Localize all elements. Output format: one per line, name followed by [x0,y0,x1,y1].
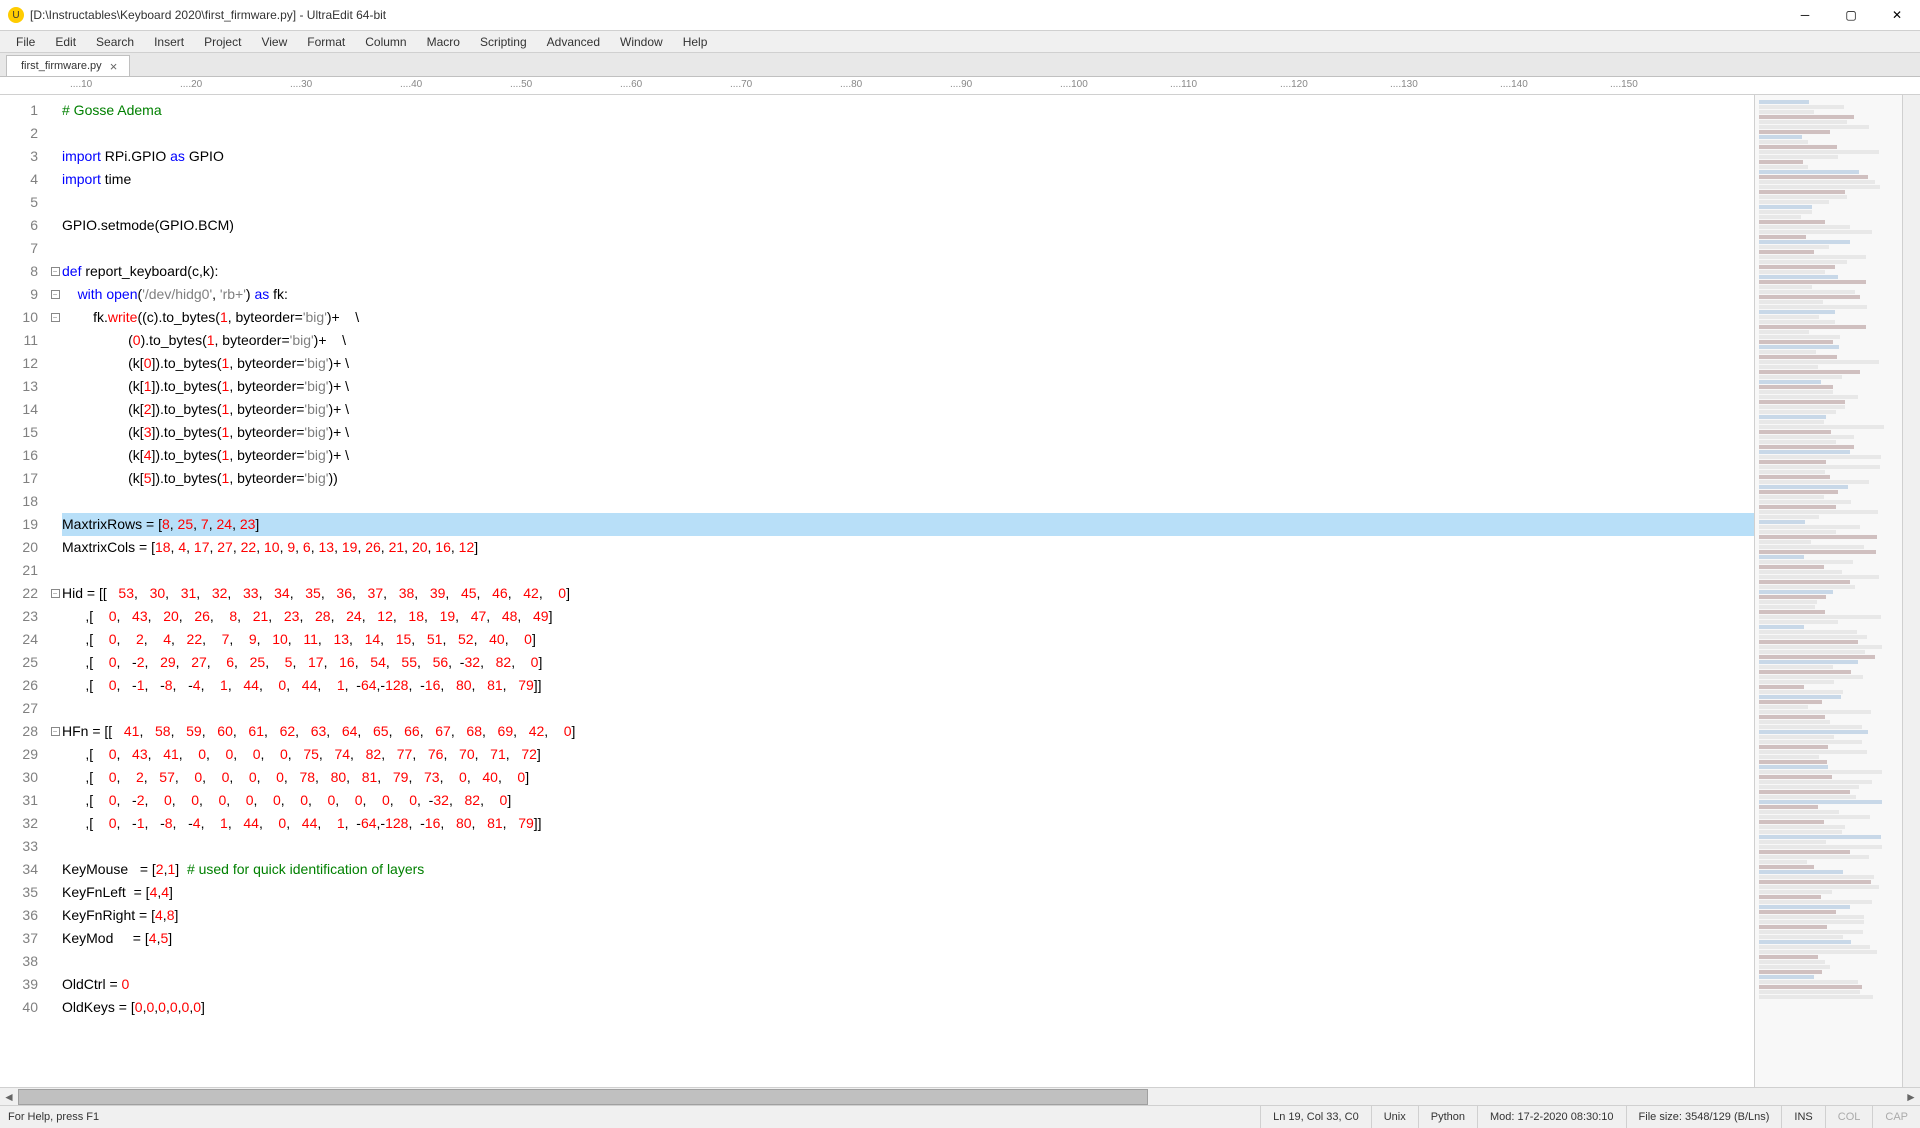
menu-insert[interactable]: Insert [144,32,194,52]
code-line[interactable]: KeyFnRight = [4,8] [62,904,1754,927]
ruler-mark: ....100 [1060,79,1088,90]
code-line[interactable]: def report_keyboard(c,k): [62,260,1754,283]
status-col[interactable]: COL [1825,1106,1873,1128]
ruler-mark: ....110 [1170,79,1197,90]
menu-help[interactable]: Help [673,32,718,52]
menu-window[interactable]: Window [610,32,673,52]
ruler-mark: ....120 [1280,79,1308,90]
ruler-mark: ....150 [1610,79,1638,90]
code-line[interactable] [62,697,1754,720]
vertical-scrollbar[interactable] [1902,95,1920,1087]
ruler-mark: ....90 [950,79,972,90]
menu-bar: FileEditSearchInsertProjectViewFormatCol… [0,31,1920,53]
status-help: For Help, press F1 [0,1111,99,1123]
code-line[interactable] [62,559,1754,582]
window-title: [D:\Instructables\Keyboard 2020\first_fi… [30,8,386,22]
menu-edit[interactable]: Edit [45,32,86,52]
code-line[interactable]: HFn = [[ 41, 58, 59, 60, 61, 62, 63, 64,… [62,720,1754,743]
ruler-mark: ....10 [70,79,92,90]
code-line[interactable]: ,[ 0, 2, 57, 0, 0, 0, 0, 78, 80, 81, 79,… [62,766,1754,789]
minimap[interactable] [1754,95,1902,1087]
code-line[interactable]: import time [62,168,1754,191]
editor-pane[interactable]: 1234567891011121314151617181920212223242… [0,95,1754,1087]
ruler-mark: ....50 [510,79,532,90]
status-cap[interactable]: CAP [1872,1106,1920,1128]
code-line[interactable]: KeyMouse = [2,1] # used for quick identi… [62,858,1754,881]
app-icon: U [8,7,24,23]
code-line[interactable]: (k[2]).to_bytes(1, byteorder='big')+ \ [62,398,1754,421]
ruler: ....10 ....20 ....30 ....40 ....50 ....60....… [0,77,1920,95]
ruler-mark: ....140 [1500,79,1528,90]
status-bar: For Help, press F1 Ln 19, Col 33, C0 Uni… [0,1105,1920,1127]
code-line[interactable]: OldCtrl = 0 [62,973,1754,996]
line-number-gutter: 1234567891011121314151617181920212223242… [0,95,48,1087]
code-line[interactable]: ,[ 0, -2, 0, 0, 0, 0, 0, 0, 0, 0, 0, 0, … [62,789,1754,812]
horizontal-scrollbar[interactable]: ◄ ► [0,1087,1920,1105]
code-line[interactable] [62,122,1754,145]
code-line[interactable]: import RPi.GPIO as GPIO [62,145,1754,168]
status-position: Ln 19, Col 33, C0 [1260,1106,1371,1128]
code-line[interactable]: KeyMod = [4,5] [62,927,1754,950]
code-area[interactable]: # Gosse Adema import RPi.GPIO as GPIOimp… [62,95,1754,1087]
code-line[interactable] [62,835,1754,858]
code-line[interactable]: (k[1]).to_bytes(1, byteorder='big')+ \ [62,375,1754,398]
menu-format[interactable]: Format [297,32,355,52]
menu-scripting[interactable]: Scripting [470,32,537,52]
code-line[interactable]: OldKeys = [0,0,0,0,0,0] [62,996,1754,1019]
menu-advanced[interactable]: Advanced [537,32,610,52]
scrollbar-thumb[interactable] [18,1089,1148,1105]
code-line[interactable]: ,[ 0, 2, 4, 22, 7, 9, 10, 11, 13, 14, 15… [62,628,1754,651]
ruler-mark: ....130 [1390,79,1418,90]
code-line[interactable]: ,[ 0, 43, 20, 26, 8, 21, 23, 28, 24, 12,… [62,605,1754,628]
scroll-left-icon[interactable]: ◄ [0,1088,18,1106]
menu-view[interactable]: View [251,32,297,52]
ruler-mark: ....80 [840,79,862,90]
scroll-right-icon[interactable]: ► [1902,1088,1920,1106]
ruler-mark: ....70 [730,79,752,90]
code-line[interactable]: fk.write((c).to_bytes(1, byteorder='big'… [62,306,1754,329]
tab-label: first_firmware.py [21,60,102,72]
code-line[interactable]: (k[3]).to_bytes(1, byteorder='big')+ \ [62,421,1754,444]
code-line[interactable] [62,490,1754,513]
code-line[interactable]: Hid = [[ 53, 30, 31, 32, 33, 34, 35, 36,… [62,582,1754,605]
code-line[interactable]: GPIO.setmode(GPIO.BCM) [62,214,1754,237]
ruler-mark: ....30 [290,79,312,90]
code-line[interactable] [62,237,1754,260]
status-modified: Mod: 17-2-2020 08:30:10 [1477,1106,1626,1128]
code-line[interactable]: ,[ 0, -2, 29, 27, 6, 25, 5, 17, 16, 54, … [62,651,1754,674]
menu-search[interactable]: Search [86,32,144,52]
code-line[interactable]: MaxtrixCols = [18, 4, 17, 27, 22, 10, 9,… [62,536,1754,559]
ruler-mark: ....40 [400,79,422,90]
code-line[interactable]: (k[4]).to_bytes(1, byteorder='big')+ \ [62,444,1754,467]
status-language: Python [1418,1106,1477,1128]
close-button[interactable]: ✕ [1874,0,1920,31]
file-tab[interactable]: first_firmware.py × [6,55,130,76]
maximize-button[interactable]: ▢ [1828,0,1874,31]
code-line[interactable]: KeyFnLeft = [4,4] [62,881,1754,904]
code-line[interactable]: (k[0]).to_bytes(1, byteorder='big')+ \ [62,352,1754,375]
ruler-mark: ....20 [180,79,202,90]
menu-project[interactable]: Project [194,32,251,52]
fold-gutter[interactable]: −−− − − [48,95,62,1087]
status-ins[interactable]: INS [1781,1106,1824,1128]
title-bar: U [D:\Instructables\Keyboard 2020\first_… [0,0,1920,31]
code-line[interactable]: (k[5]).to_bytes(1, byteorder='big')) [62,467,1754,490]
status-eol: Unix [1371,1106,1418,1128]
ruler-mark: ....60 [620,79,642,90]
tab-close-icon[interactable]: × [110,59,118,74]
code-line[interactable]: with open('/dev/hidg0', 'rb+') as fk: [62,283,1754,306]
code-line[interactable]: ,[ 0, -1, -8, -4, 1, 44, 0, 44, 1, -64,-… [62,674,1754,697]
code-line[interactable] [62,950,1754,973]
menu-column[interactable]: Column [355,32,416,52]
status-filesize: File size: 3548/129 (B/Lns) [1626,1106,1782,1128]
code-line[interactable]: ,[ 0, 43, 41, 0, 0, 0, 0, 75, 74, 82, 77… [62,743,1754,766]
tab-bar: first_firmware.py × [0,53,1920,77]
minimize-button[interactable]: ─ [1782,0,1828,31]
menu-file[interactable]: File [6,32,45,52]
menu-macro[interactable]: Macro [417,32,470,52]
code-line[interactable]: (0).to_bytes(1, byteorder='big')+ \ [62,329,1754,352]
code-line[interactable]: # Gosse Adema [62,99,1754,122]
code-line[interactable]: ,[ 0, -1, -8, -4, 1, 44, 0, 44, 1, -64,-… [62,812,1754,835]
code-line[interactable] [62,191,1754,214]
